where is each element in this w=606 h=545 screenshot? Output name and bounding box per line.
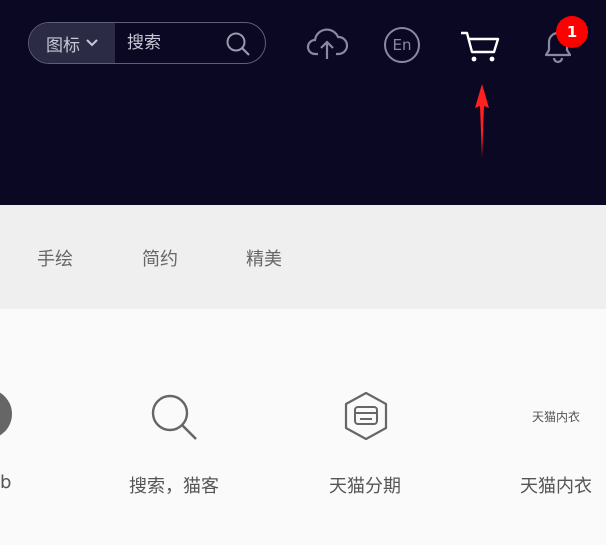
search-input[interactable] xyxy=(115,23,215,63)
search-type-label: 图标 xyxy=(46,35,80,56)
feature-label[interactable]: 天猫内衣 xyxy=(520,472,592,498)
search-icon[interactable] xyxy=(225,31,251,57)
tab-bar: 手绘 简约 精美 xyxy=(0,205,606,309)
feature-label[interactable]: 天猫分期 xyxy=(329,472,401,498)
arrow-up-icon xyxy=(475,84,489,158)
feature-label[interactable]: 搜索，猫客 xyxy=(129,472,219,498)
language-switch-icon[interactable]: En xyxy=(384,27,420,63)
cloud-upload-icon[interactable] xyxy=(306,27,348,61)
search-type-dropdown[interactable]: 图标 xyxy=(29,23,115,63)
tab-simple[interactable]: 简约 xyxy=(142,245,178,271)
header-bar: 图标 En 1 xyxy=(0,0,606,205)
tab-hand-drawn[interactable]: 手绘 xyxy=(37,245,73,271)
partial-circle-icon[interactable] xyxy=(0,389,12,439)
partial-feature-label[interactable]: b xyxy=(0,472,11,493)
card-hexagon-icon[interactable] xyxy=(343,391,389,441)
language-label: En xyxy=(384,27,420,63)
shopping-cart-icon[interactable] xyxy=(458,28,502,64)
underwear-text-icon[interactable]: 天猫内衣 xyxy=(532,408,580,425)
search-icon[interactable] xyxy=(148,391,202,445)
chevron-down-icon xyxy=(86,39,98,47)
search-box: 图标 xyxy=(28,22,266,64)
tab-refined[interactable]: 精美 xyxy=(246,245,282,271)
feature-grid: b 搜索，猫客 天猫分期 天猫内衣 天猫内衣 xyxy=(0,309,606,545)
notification-badge: 1 xyxy=(556,16,588,48)
